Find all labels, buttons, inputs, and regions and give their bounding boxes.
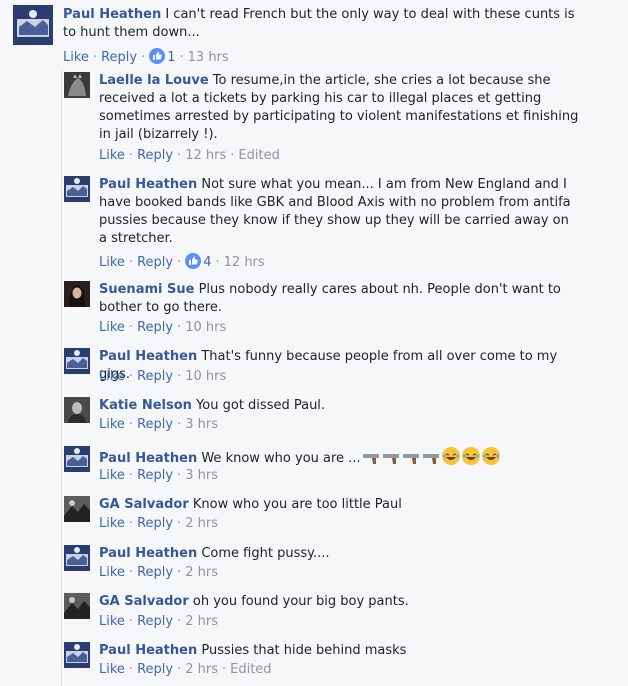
avatar-image-icon <box>64 545 90 571</box>
like-button[interactable]: Like <box>99 369 125 384</box>
avatar[interactable] <box>64 593 90 619</box>
avatar-image-icon <box>13 5 53 45</box>
avatar[interactable] <box>64 281 90 307</box>
reply-button[interactable]: Reply <box>137 148 173 163</box>
reply-button[interactable]: Reply <box>137 320 173 335</box>
avatar[interactable] <box>64 397 90 423</box>
pistol-emoji-icon <box>422 454 439 464</box>
reaction-number: 4 <box>203 255 212 270</box>
avatar-image-icon <box>64 72 90 98</box>
avatar-image-icon <box>64 176 90 202</box>
comment-text: Pussies that hide behind masks <box>201 643 407 658</box>
pistol-emoji-icon <box>382 454 399 464</box>
comment-time[interactable]: 2 hrs <box>185 516 218 531</box>
avatar-image-icon <box>64 281 90 307</box>
reply-button[interactable]: Reply <box>137 516 173 531</box>
avatar-image-icon <box>64 397 90 423</box>
avatar-image-icon <box>64 348 90 374</box>
comment-author[interactable]: Paul Heathen <box>99 451 197 466</box>
reaction-number: 1 <box>167 50 176 65</box>
comment-author[interactable]: Suenami Sue <box>99 282 194 297</box>
comment-author[interactable]: Katie Nelson <box>99 398 192 413</box>
reply-button[interactable]: Reply <box>137 417 173 432</box>
reply-button[interactable]: Reply <box>137 468 173 483</box>
comment-time[interactable]: 10 hrs <box>185 320 226 335</box>
like-button[interactable]: Like <box>63 50 89 65</box>
avatar[interactable] <box>64 642 90 668</box>
like-button[interactable]: Like <box>99 417 125 432</box>
avatar[interactable] <box>13 5 53 45</box>
avatar-image-icon <box>64 593 90 619</box>
comment-time[interactable]: 2 hrs <box>185 614 218 629</box>
laughing-emoji-icon <box>461 447 480 465</box>
avatar-image-icon <box>64 496 90 522</box>
reply-button[interactable]: Reply <box>101 50 137 65</box>
comment-author[interactable]: Paul Heathen <box>99 546 197 561</box>
comment-text: We know who you are ... <box>201 451 361 466</box>
avatar[interactable] <box>64 176 90 202</box>
reply-button[interactable]: Reply <box>137 369 173 384</box>
reply-button[interactable]: Reply <box>137 565 173 580</box>
comment-author[interactable]: Paul Heathen <box>99 349 197 364</box>
avatar-image-icon <box>64 642 90 668</box>
comment-text: Know who you are too little Paul <box>192 497 402 512</box>
like-button[interactable]: Like <box>99 516 125 531</box>
comment-text: oh you found your big boy pants. <box>192 594 409 609</box>
avatar[interactable] <box>64 496 90 522</box>
comment-author[interactable]: GA Salvador <box>99 497 189 512</box>
avatar[interactable] <box>64 72 90 98</box>
avatar[interactable] <box>64 348 90 374</box>
like-button[interactable]: Like <box>99 320 125 335</box>
reply-thread-line <box>61 70 62 686</box>
like-button[interactable]: Like <box>99 255 125 270</box>
reaction-count[interactable]: 4 <box>185 253 212 270</box>
laughing-emoji-icon <box>481 447 500 465</box>
comment-time[interactable]: 2 hrs <box>185 662 218 677</box>
reaction-count[interactable]: 1 <box>149 48 176 65</box>
pistol-emoji-icon <box>362 454 379 464</box>
reply-button[interactable]: Reply <box>137 662 173 677</box>
reply-button[interactable]: Reply <box>137 255 173 270</box>
comment-author[interactable]: Paul Heathen <box>99 177 197 192</box>
comment-time[interactable]: 3 hrs <box>185 417 218 432</box>
like-button[interactable]: Like <box>99 468 125 483</box>
avatar-image-icon <box>64 446 90 472</box>
reply-button[interactable]: Reply <box>137 614 173 629</box>
comment-time[interactable]: 13 hrs <box>188 50 229 65</box>
comment-author[interactable]: Paul Heathen <box>99 643 197 658</box>
comment-author[interactable]: Paul Heathen <box>63 7 161 22</box>
laughing-emoji-icon <box>441 447 460 465</box>
edited-label[interactable]: Edited <box>238 148 279 163</box>
avatar[interactable] <box>64 545 90 571</box>
like-button[interactable]: Like <box>99 662 125 677</box>
comment-time[interactable]: 10 hrs <box>185 369 226 384</box>
comment-time[interactable]: 3 hrs <box>185 468 218 483</box>
comment-author[interactable]: Laelle la Louve <box>99 73 209 88</box>
thumbs-up-icon <box>149 48 166 64</box>
emoji-group <box>361 447 501 466</box>
edited-label[interactable]: Edited <box>230 662 271 677</box>
comment-text: You got dissed Paul. <box>196 398 326 413</box>
comment-author[interactable]: GA Salvador <box>99 594 189 609</box>
comment-time[interactable]: 12 hrs <box>224 255 265 270</box>
avatar[interactable] <box>64 446 90 472</box>
like-button[interactable]: Like <box>99 565 125 580</box>
comment-time[interactable]: 12 hrs <box>185 148 226 163</box>
thumbs-up-icon <box>185 253 202 269</box>
pistol-emoji-icon <box>402 454 419 464</box>
like-button[interactable]: Like <box>99 614 125 629</box>
comment-thread: Paul Heathen I can't read French but the… <box>0 0 628 686</box>
comment-text: Come fight pussy.... <box>201 546 330 561</box>
comment-time[interactable]: 2 hrs <box>185 565 218 580</box>
like-button[interactable]: Like <box>99 148 125 163</box>
